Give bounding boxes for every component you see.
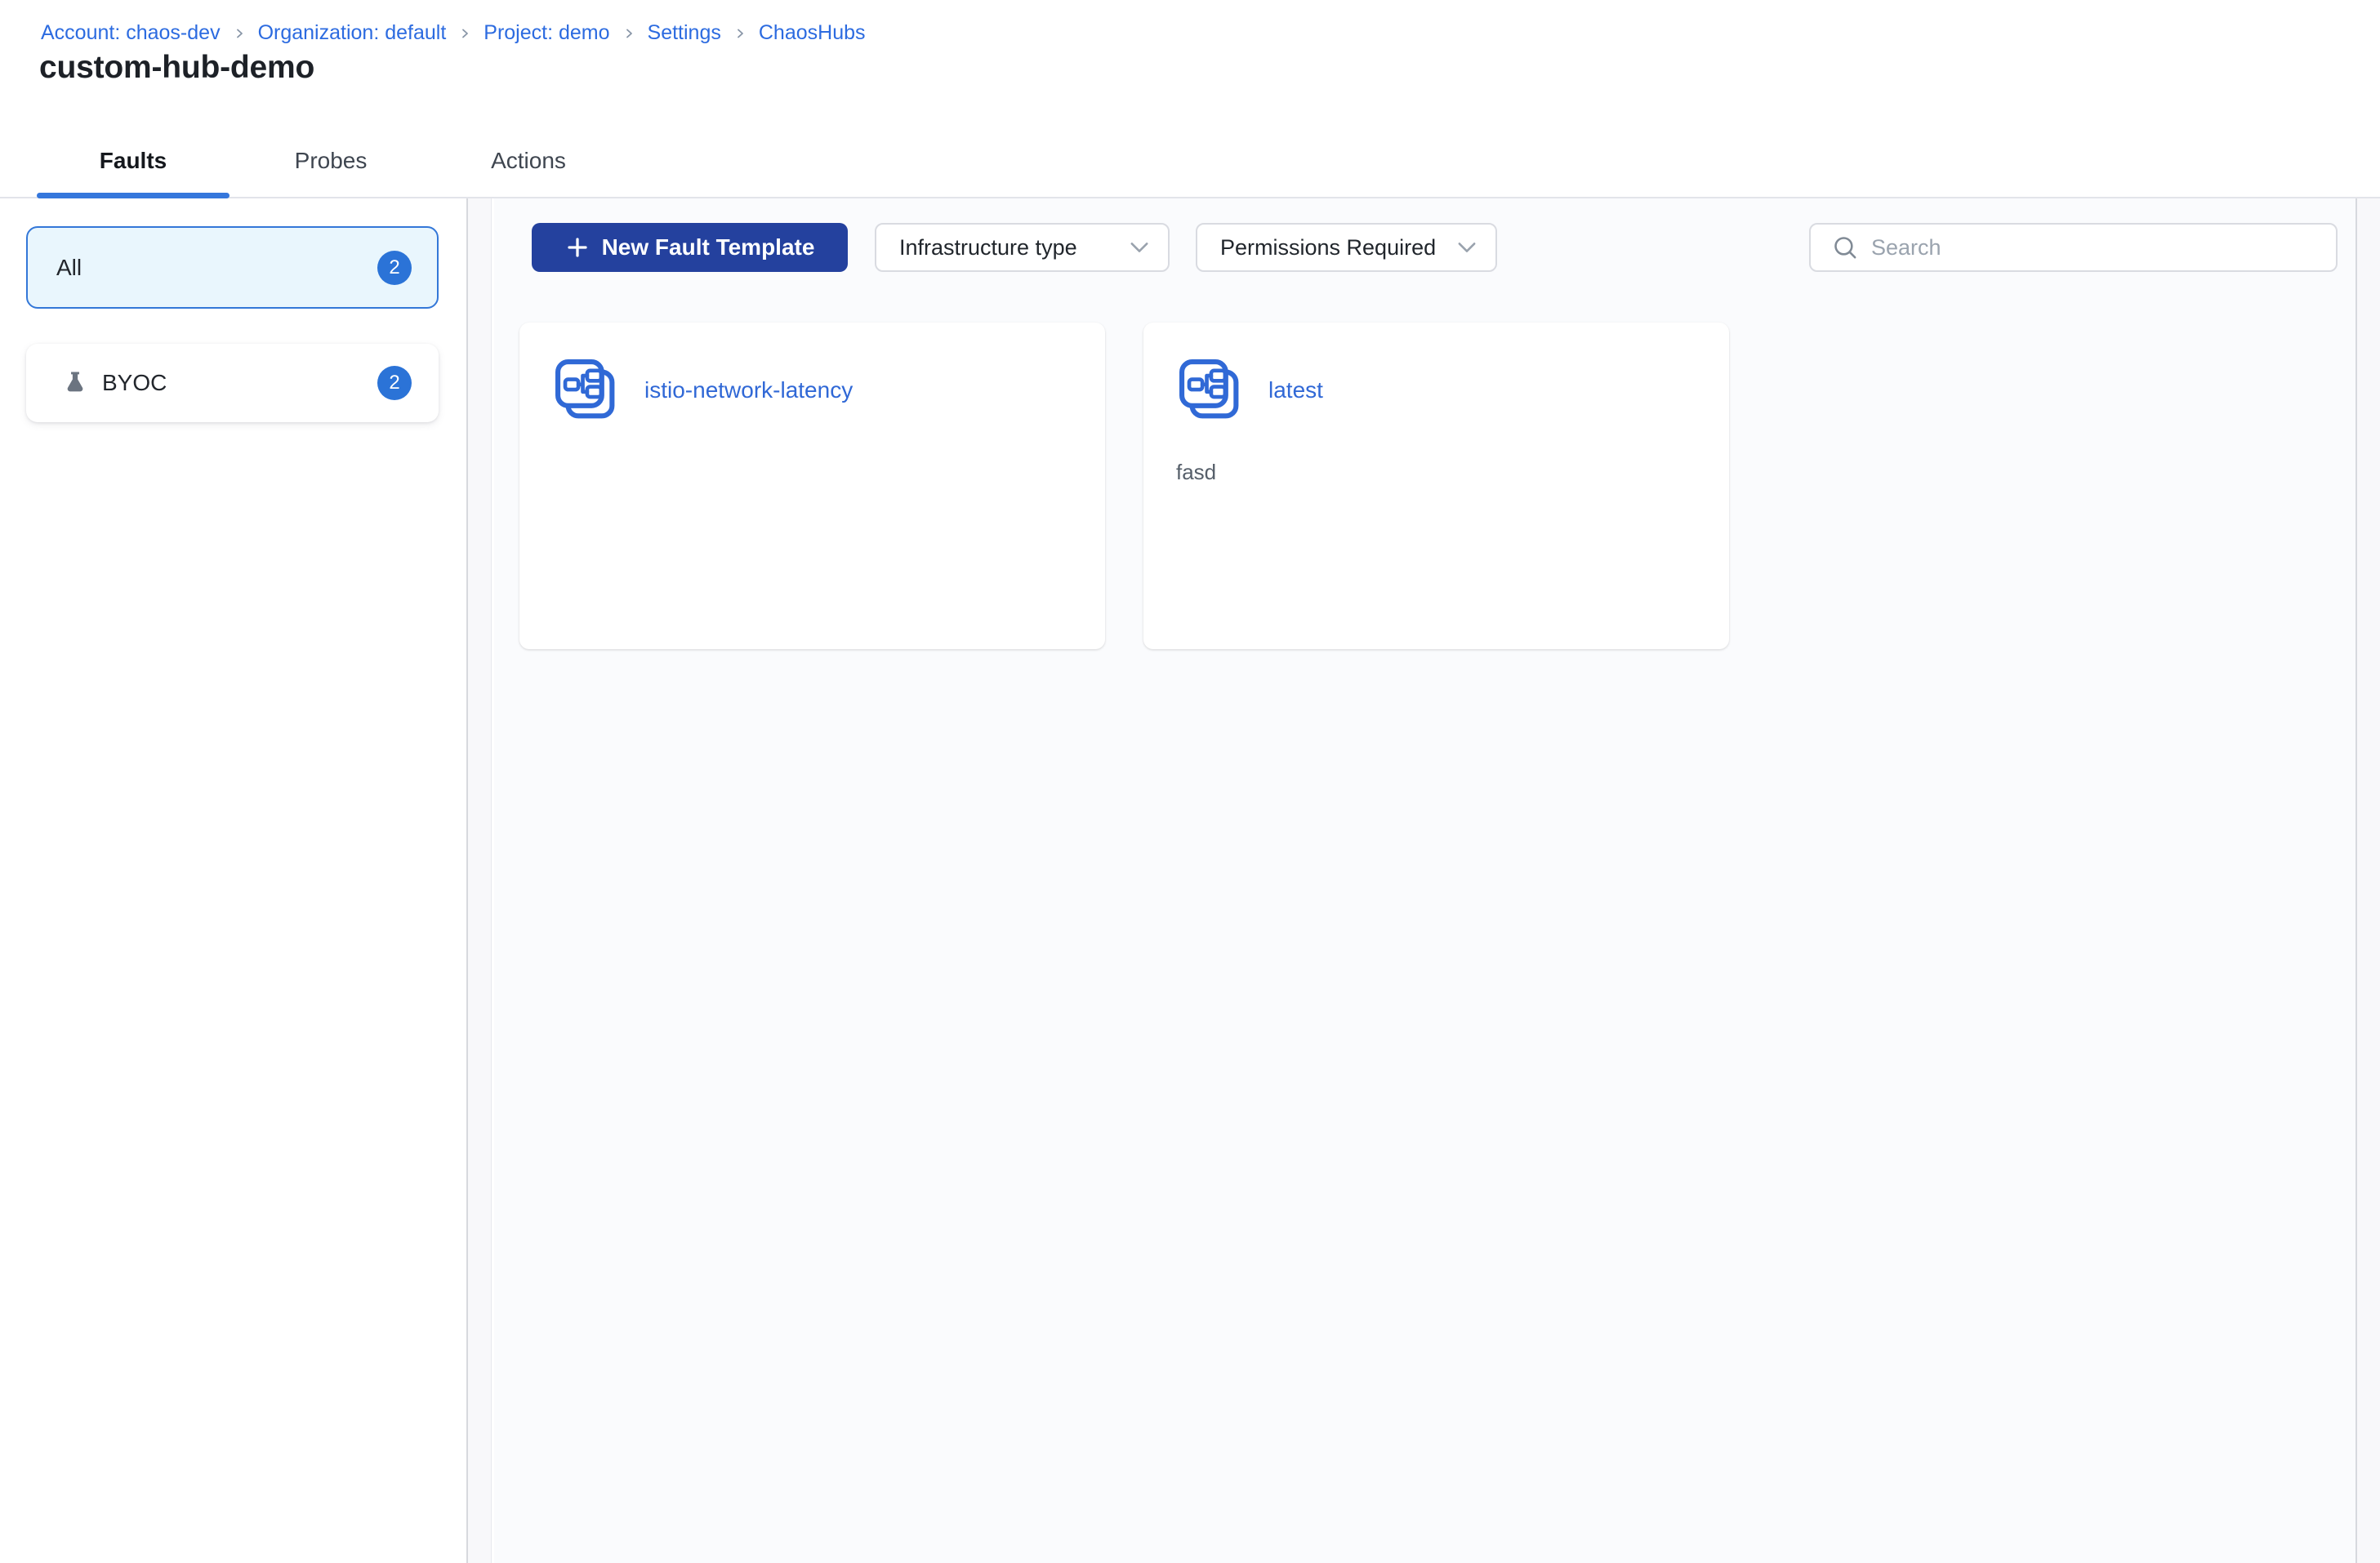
breadcrumb-chaoshubs-link[interactable]: ChaosHubs [759,20,866,46]
fault-categories-sidebar: All 2 BYOC 2 [0,198,466,1563]
infrastructure-type-label: Infrastructure type [899,234,1077,260]
tab-probes[interactable]: Probes [234,124,427,197]
breadcrumb-account-link[interactable]: Account: chaos-dev [41,20,221,46]
fault-template-title[interactable]: istio-network-latency [644,377,853,403]
chevron-right-icon [733,27,747,40]
search-input[interactable] [1871,225,2336,270]
sidebar-scrollbar[interactable] [466,198,492,1563]
new-fault-template-button[interactable]: New Fault Template [532,223,848,272]
category-item-byoc[interactable]: BYOC 2 [26,344,439,422]
category-all-label: All [56,254,82,280]
chevron-right-icon [458,27,471,40]
flask-icon [61,369,89,397]
category-item-all[interactable]: All 2 [26,226,439,309]
tab-bar: Faults Probes Actions [0,124,2380,198]
chevron-down-icon [1458,242,1476,253]
permissions-required-label: Permissions Required [1220,234,1437,260]
fault-template-title[interactable]: latest [1268,377,1323,403]
chevron-right-icon [233,27,246,40]
infrastructure-type-select[interactable]: Infrastructure type [875,223,1170,272]
search-icon [1832,234,1858,260]
fault-template-card-latest[interactable]: latest fasd [1143,323,1729,649]
tab-actions[interactable]: Actions [432,124,625,197]
fault-template-list: istio-network-latency latest fasd [519,323,1729,649]
breadcrumb-settings-link[interactable]: Settings [648,20,721,46]
breadcrumb-project-link[interactable]: Project: demo [484,20,609,46]
chevron-right-icon [622,27,635,40]
permissions-required-select[interactable]: Permissions Required [1196,223,1497,272]
page-title: custom-hub-demo [39,50,315,85]
fault-template-icon [551,355,622,425]
fault-template-card-istio-network-latency[interactable]: istio-network-latency [519,323,1105,649]
category-byoc-count-badge: 2 [377,366,412,400]
plus-icon [565,235,590,260]
content-scrollbar[interactable] [2355,198,2380,1563]
category-all-count-badge: 2 [377,250,412,285]
chaoshub-page: Account: chaos-dev Organization: default… [0,0,2380,1563]
tab-faults[interactable]: Faults [37,124,230,198]
chevron-down-icon [1130,242,1148,253]
breadcrumb: Account: chaos-dev Organization: default… [41,20,866,46]
fault-template-icon [1175,355,1246,425]
search-box [1809,223,2338,272]
category-byoc-label: BYOC [102,370,167,395]
breadcrumb-organization-link[interactable]: Organization: default [258,20,447,46]
new-fault-template-label: New Fault Template [601,234,815,260]
fault-template-description: fasd [1176,460,1217,484]
faults-panel: New Fault Template Infrastructure type P… [494,198,2355,1563]
